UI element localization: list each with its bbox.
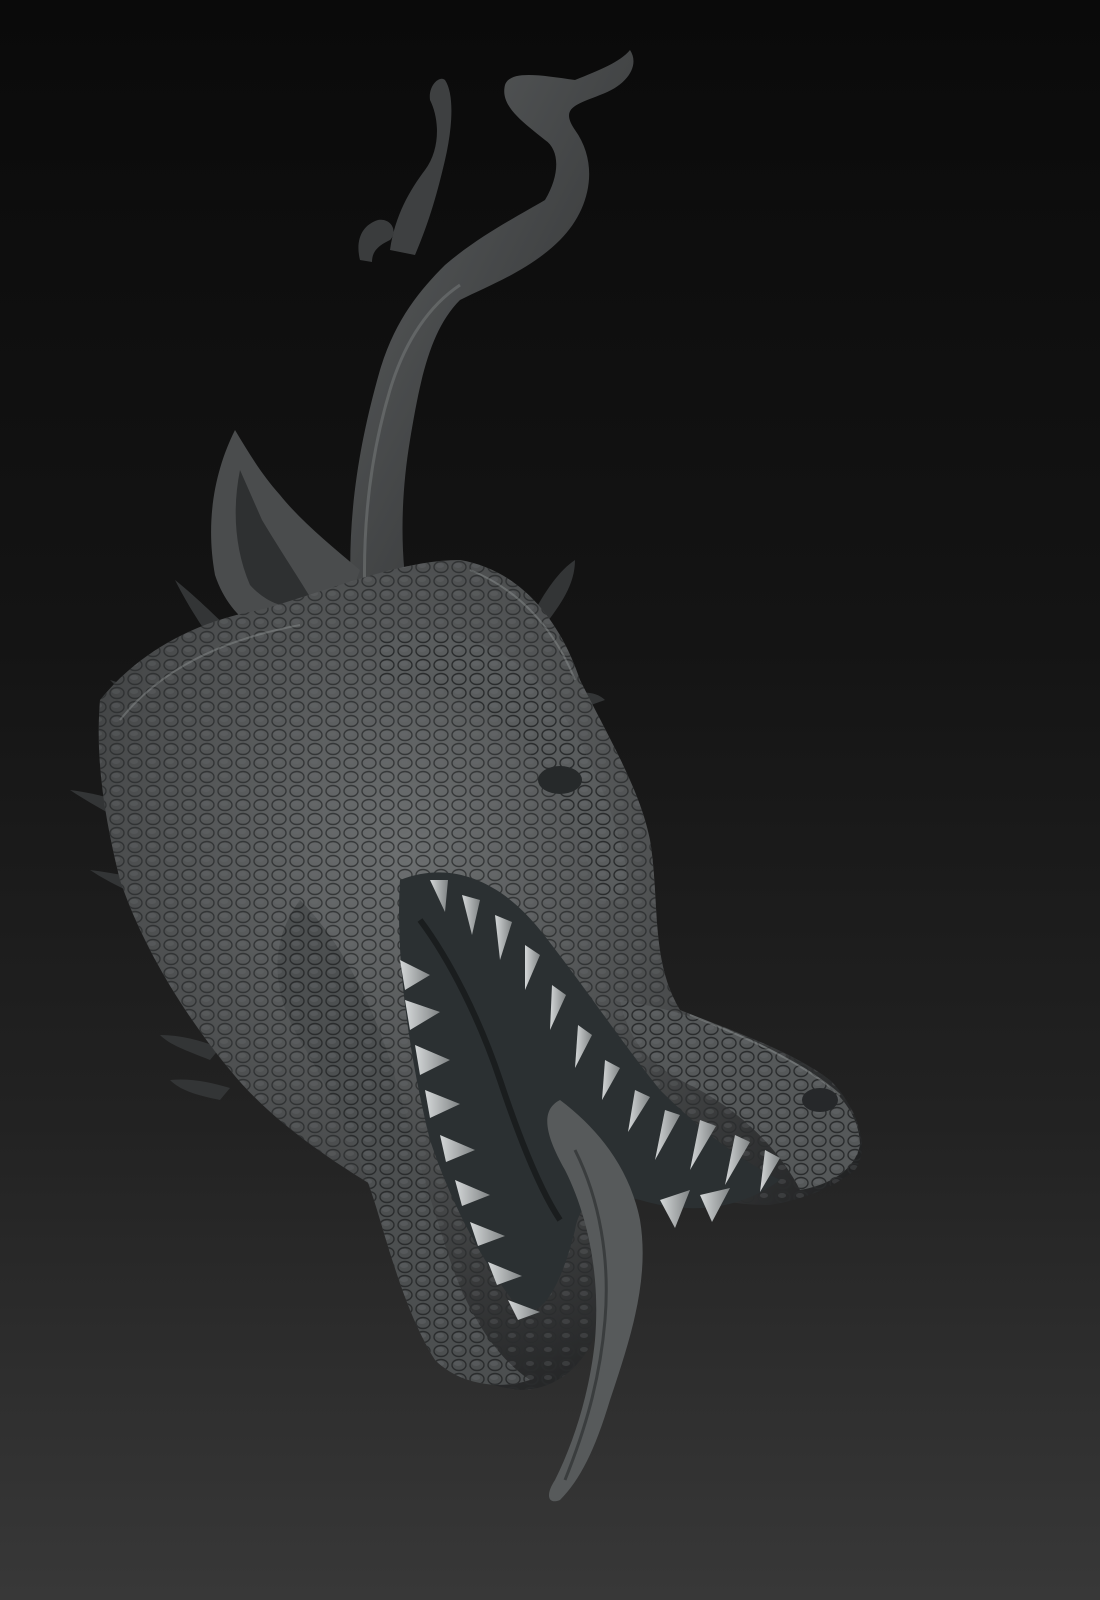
horn [350, 50, 634, 610]
viewport-canvas[interactable] [0, 0, 1100, 1600]
nostril [802, 1088, 838, 1112]
eye [538, 766, 582, 794]
dragon-head-sculpt [70, 50, 862, 1502]
